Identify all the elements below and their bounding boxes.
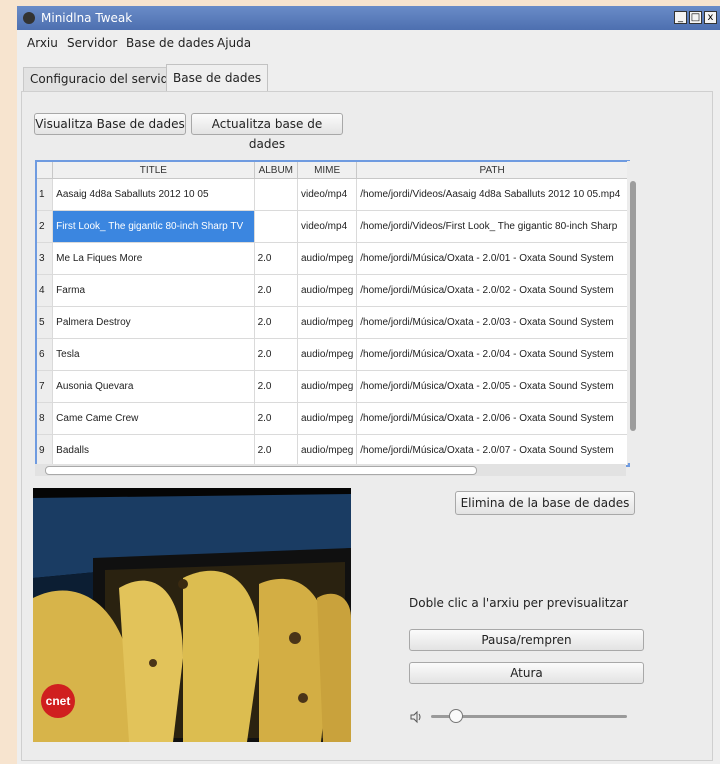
view-database-button[interactable]: Visualitza Base de dades — [34, 113, 186, 135]
table-vertical-scrollbar[interactable] — [627, 161, 639, 463]
volume-slider-knob[interactable] — [448, 709, 463, 723]
preview-hint: Doble clic a l'arxiu per previsualitzar — [409, 596, 629, 610]
album-cell[interactable]: 2.0 — [254, 306, 299, 339]
path-cell[interactable]: /home/jordi/Música/Oxata - 2.0/06 - Oxat… — [356, 402, 628, 435]
album-cell[interactable]: 2.0 — [254, 370, 299, 403]
mime-cell[interactable]: audio/mpeg — [297, 306, 358, 339]
album-cell[interactable]: 2.0 — [254, 402, 299, 435]
column-header-mime[interactable]: MIME — [297, 162, 358, 179]
album-cell[interactable] — [254, 178, 299, 211]
title-cell[interactable]: Came Came Crew — [52, 402, 255, 435]
album-cell[interactable]: 2.0 — [254, 242, 299, 275]
path-cell[interactable]: /home/jordi/Música/Oxata - 2.0/04 - Oxat… — [356, 338, 628, 371]
title-cell[interactable]: Palmera Destroy — [52, 306, 255, 339]
album-cell[interactable]: 2.0 — [254, 274, 299, 307]
mime-cell[interactable]: audio/mpeg — [297, 402, 358, 435]
row-number[interactable]: 4 — [37, 274, 54, 307]
tab-bar: Configuracio del servidor Base de dades — [17, 64, 720, 91]
mime-cell[interactable]: audio/mpeg — [297, 370, 358, 403]
app-window: Minidlna Tweak _ □ x Arxiu Servidor Base… — [17, 6, 720, 764]
mime-cell[interactable]: audio/mpeg — [297, 242, 358, 275]
table-row[interactable]: 5 Palmera Destroy 2.0 audio/mpeg/home/jordi… — [37, 306, 628, 339]
table-row[interactable]: 4 Farma 2.0 audio/mpeg/home/jordi/Música/Ox… — [37, 274, 628, 307]
cnet-logo: cnet — [41, 684, 75, 718]
path-cell[interactable]: /home/jordi/Música/Oxata - 2.0/03 - Oxat… — [356, 306, 628, 339]
title-cell[interactable]: Tesla — [52, 338, 255, 371]
row-number[interactable]: 8 — [37, 402, 54, 435]
menu-arxiu[interactable]: Arxiu — [27, 36, 58, 50]
title-cell[interactable]: Ausonia Quevara — [52, 370, 255, 403]
window-title: Minidlna Tweak — [41, 11, 133, 25]
column-header-title[interactable]: TITLE — [52, 162, 255, 179]
row-number[interactable]: 7 — [37, 370, 54, 403]
cnet-logo-text: cnet — [45, 694, 71, 708]
table-horizontal-scrollbar[interactable] — [35, 464, 626, 476]
path-cell[interactable]: /home/jordi/Música/Oxata - 2.0/02 - Oxat… — [356, 274, 628, 307]
delete-from-database-button[interactable]: Elimina de la base de dades — [455, 491, 635, 515]
table-header: TITLE ALBUM MIME PATH — [37, 162, 628, 179]
path-cell[interactable]: /home/jordi/Videos/Aasaig 4d8a Saballuts… — [356, 178, 628, 211]
video-preview[interactable]: cnet — [33, 488, 351, 742]
table-row[interactable]: 8 Came Came Crew 2.0 audio/mpeg/home/jordi/… — [37, 402, 628, 435]
app-icon — [23, 12, 35, 24]
row-number[interactable]: 5 — [37, 306, 54, 339]
table-row[interactable]: 7 Ausonia Quevara 2.0 audio/mpeg/home/jordi… — [37, 370, 628, 403]
horizontal-scroll-thumb[interactable] — [45, 466, 477, 475]
stop-button[interactable]: Atura — [409, 662, 644, 684]
menu-base-de-dades[interactable]: Base de dades — [126, 36, 214, 50]
album-cell[interactable]: 2.0 — [254, 338, 299, 371]
menu-bar: Arxiu Servidor Base de dades Ajuda — [17, 32, 720, 54]
title-bar[interactable]: Minidlna Tweak _ □ x — [17, 6, 720, 30]
column-header[interactable] — [37, 162, 54, 179]
album-cell[interactable] — [254, 210, 299, 243]
title-cell[interactable]: First Look_ The gigantic 80-inch Sharp T… — [52, 210, 255, 243]
table-row[interactable]: 3 Me La Fiques More 2.0 audio/mpeg/home/jor… — [37, 242, 628, 275]
vertical-scroll-thumb[interactable] — [630, 181, 636, 431]
row-number[interactable]: 1 — [37, 178, 54, 211]
mime-cell[interactable]: video/mp4 — [297, 210, 358, 243]
update-database-button[interactable]: Actualitza base de dades — [191, 113, 343, 151]
title-cell[interactable]: Aasaig 4d8a Saballuts 2012 10 05 — [52, 178, 255, 211]
title-cell[interactable]: Badalls — [52, 434, 255, 465]
menu-ajuda[interactable]: Ajuda — [217, 36, 251, 50]
mime-cell[interactable]: audio/mpeg — [297, 434, 358, 465]
row-number[interactable]: 2 — [37, 210, 54, 243]
volume-icon[interactable] — [409, 710, 423, 724]
row-number[interactable]: 6 — [37, 338, 54, 371]
mime-cell[interactable]: audio/mpeg — [297, 274, 358, 307]
path-cell[interactable]: /home/jordi/Música/Oxata - 2.0/01 - Oxat… — [356, 242, 628, 275]
column-header-album[interactable]: ALBUM — [254, 162, 299, 179]
title-cell[interactable]: Farma — [52, 274, 255, 307]
path-cell[interactable]: /home/jordi/Música/Oxata - 2.0/05 - Oxat… — [356, 370, 628, 403]
tab-configuracio-servidor[interactable]: Configuracio del servidor — [23, 67, 188, 91]
path-cell[interactable]: /home/jordi/Música/Oxata - 2.0/07 - Oxat… — [356, 434, 628, 465]
table-row[interactable]: 1 Aasaig 4d8a Saballuts 2012 10 05 video/m… — [37, 178, 628, 211]
maximize-button[interactable]: □ — [689, 11, 702, 24]
title-cell[interactable]: Me La Fiques More — [52, 242, 255, 275]
mime-cell[interactable]: audio/mpeg — [297, 338, 358, 371]
row-number[interactable]: 9 — [37, 434, 54, 465]
table-row[interactable]: 6 Tesla 2.0 audio/mpeg/home/jordi/Música/Ox… — [37, 338, 628, 371]
mime-cell[interactable]: video/mp4 — [297, 178, 358, 211]
album-cell[interactable]: 2.0 — [254, 434, 299, 465]
table-row[interactable]: 2 First Look_ The gigantic 80-inch Sharp … — [37, 210, 628, 243]
video-frame-image — [33, 488, 351, 742]
tab-base-de-dades[interactable]: Base de dades — [166, 64, 269, 91]
column-header-path[interactable]: PATH — [356, 162, 628, 179]
close-button[interactable]: x — [704, 11, 717, 24]
menu-servidor[interactable]: Servidor — [67, 36, 117, 50]
media-table[interactable]: TITLE ALBUM MIME PATH 1 Aasaig 4d8a Sabal… — [35, 160, 630, 467]
row-number[interactable]: 3 — [37, 242, 54, 275]
minimize-button[interactable]: _ — [674, 11, 687, 24]
table-row[interactable]: 9 Badalls 2.0 audio/mpeg/home/jordi/Música/… — [37, 434, 628, 465]
path-cell[interactable]: /home/jordi/Videos/First Look_ The gigan… — [356, 210, 628, 243]
pause-resume-button[interactable]: Pausa/rempren — [409, 629, 644, 651]
